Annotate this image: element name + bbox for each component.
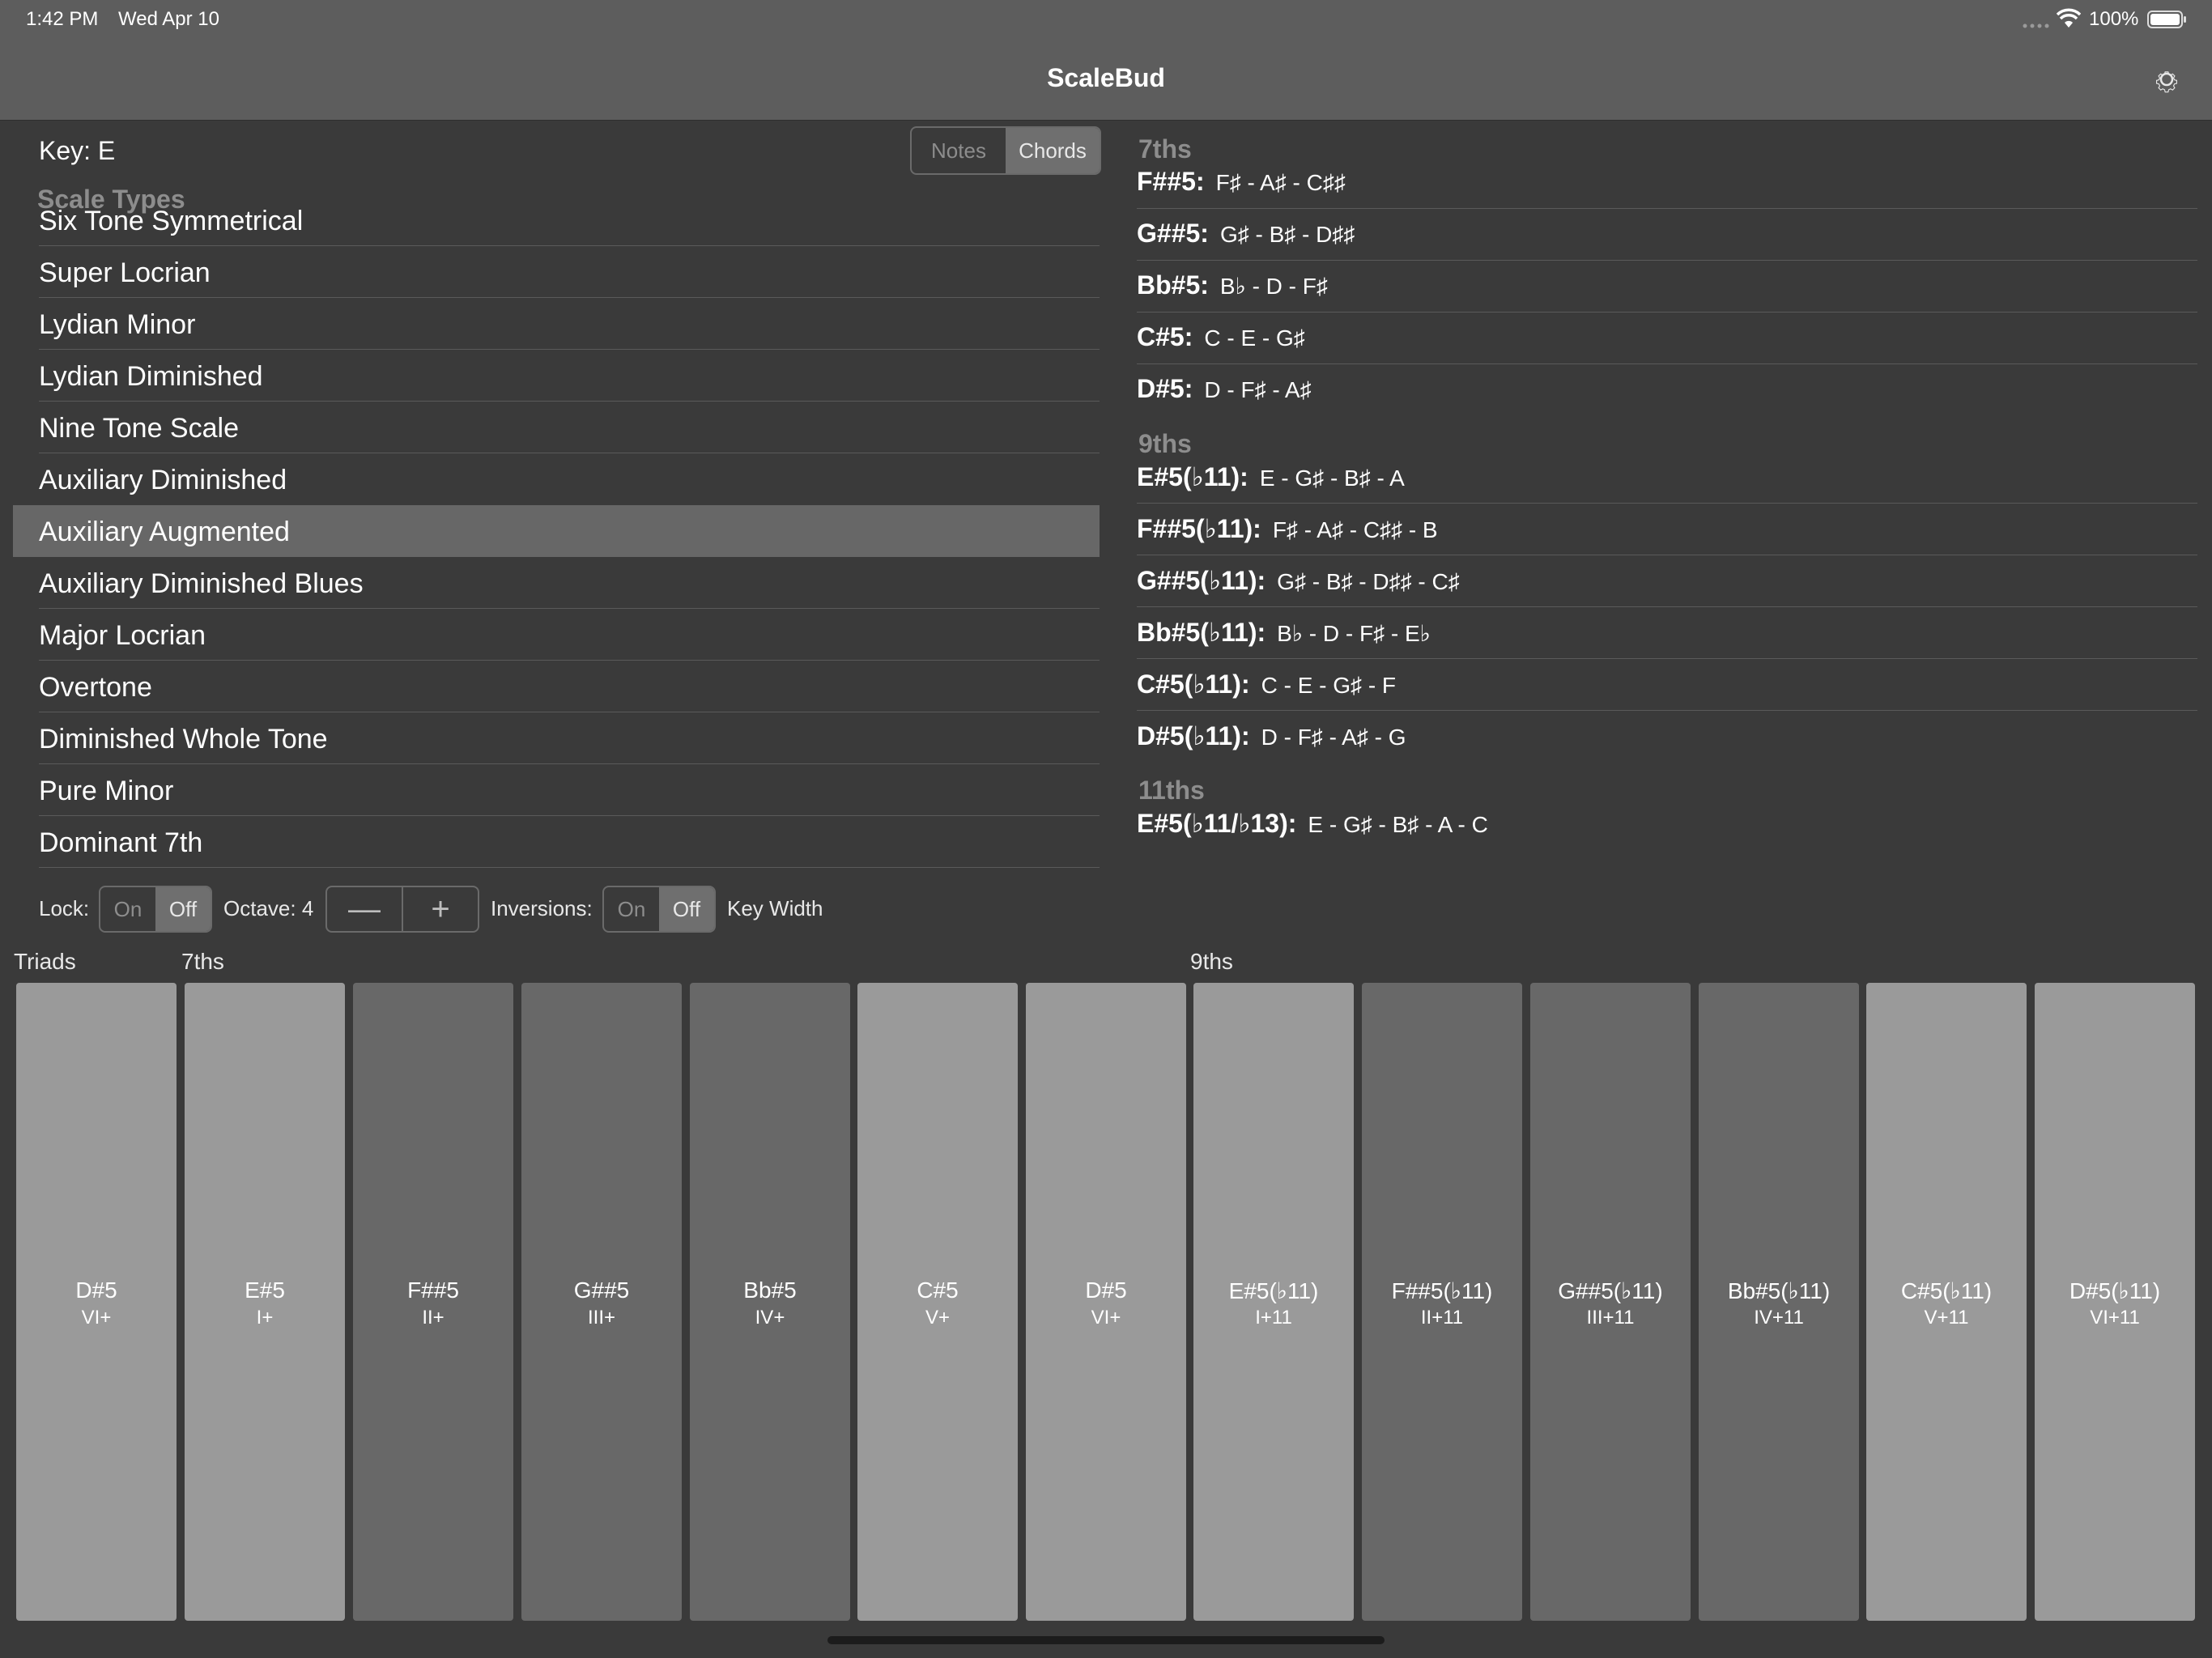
nav-bar: ScaleBud bbox=[0, 39, 2212, 121]
chord-key[interactable]: E#5 I+ bbox=[185, 983, 345, 1621]
key-width-button[interactable]: Key Width bbox=[727, 896, 823, 921]
inversions-on-segment[interactable]: On bbox=[604, 887, 659, 931]
lock-toggle: On Off bbox=[99, 886, 212, 933]
list-item[interactable]: Auxiliary Diminished Blues bbox=[13, 557, 1100, 609]
settings-button[interactable] bbox=[2146, 58, 2188, 100]
wifi-icon bbox=[2056, 8, 2082, 29]
octave-stepper: — + bbox=[325, 886, 479, 933]
notes-chords-toggle: Notes Chords bbox=[910, 126, 1101, 175]
inversions-toggle: On Off bbox=[602, 886, 716, 933]
inversions-label: Inversions: bbox=[491, 896, 593, 920]
list-item[interactable]: Pure Minor bbox=[13, 764, 1100, 816]
status-date: Wed Apr 10 bbox=[118, 8, 219, 30]
chord-key[interactable]: E#5(♭11) I+11 bbox=[1193, 983, 1354, 1621]
lock-on-segment[interactable]: On bbox=[100, 887, 155, 931]
inversions-off-segment[interactable]: Off bbox=[659, 887, 714, 931]
chord-row[interactable]: D#5(♭11): D - F♯ - A♯ - G bbox=[1137, 711, 2197, 763]
octave-label: Octave: 4 bbox=[223, 896, 314, 920]
list-item[interactable]: Overtone bbox=[13, 661, 1100, 712]
scale-types-list[interactable]: Six Tone Symmetrical Super Locrian Lydia… bbox=[13, 202, 1100, 869]
chord-key[interactable]: C#5 V+ bbox=[857, 983, 1018, 1621]
list-item[interactable]: Lydian Diminished bbox=[13, 350, 1100, 402]
signal-dots-icon bbox=[2023, 18, 2050, 28]
chord-row[interactable]: E#5(♭11/♭13): E - G♯ - B♯ - A - C bbox=[1137, 798, 2197, 850]
group-label-9ths: 9ths bbox=[1190, 949, 1233, 974]
chord-key[interactable]: F##5(♭11) II+11 bbox=[1362, 983, 1522, 1621]
chord-key[interactable]: F##5 II+ bbox=[353, 983, 513, 1621]
octave-plus-button[interactable]: + bbox=[402, 887, 478, 931]
list-item[interactable]: Super Locrian bbox=[13, 246, 1100, 298]
status-bar: 1:42 PM Wed Apr 10 100% bbox=[0, 0, 2212, 39]
chord-keyboard: D#5 VI+ E#5 I+ F##5 II+ G##5 III+ Bb#5 IV+ C#… bbox=[0, 981, 2212, 1622]
lock-off-segment[interactable]: Off bbox=[155, 887, 211, 931]
app-title: ScaleBud bbox=[1047, 63, 1165, 92]
chord-row[interactable]: F##5(♭11): F♯ - A♯ - C♯♯ - B bbox=[1137, 504, 2197, 555]
group-label-7ths: 7ths bbox=[181, 949, 224, 974]
chord-key[interactable]: D#5 VI+ bbox=[16, 983, 177, 1621]
chord-key[interactable]: D#5(♭11) VI+11 bbox=[2035, 983, 2195, 1621]
lock-label: Lock: bbox=[39, 896, 90, 920]
chord-row[interactable]: G##5(♭11): G♯ - B♯ - D♯♯ - C♯ bbox=[1137, 555, 2197, 607]
status-time: 1:42 PM bbox=[26, 8, 99, 30]
octave-minus-button[interactable]: — bbox=[327, 887, 402, 931]
chord-row[interactable]: D#5: D - F♯ - A♯ bbox=[1137, 364, 2197, 416]
list-item[interactable]: Six Tone Symmetrical bbox=[13, 202, 1100, 246]
list-item[interactable]: Diminished Whole Tone bbox=[13, 712, 1100, 764]
battery-icon bbox=[2147, 10, 2188, 29]
chord-row[interactable]: C#5(♭11): C - E - G♯ - F bbox=[1137, 659, 2197, 711]
chord-key[interactable]: G##5(♭11) III+11 bbox=[1530, 983, 1691, 1621]
list-item[interactable]: Dominant 7th bbox=[13, 816, 1100, 868]
chord-key[interactable]: D#5 VI+ bbox=[1026, 983, 1186, 1621]
chord-row[interactable]: Bb#5(♭11): B♭ - D - F♯ - E♭ bbox=[1137, 607, 2197, 659]
chords-segment[interactable]: Chords bbox=[1006, 128, 1100, 173]
chord-key[interactable]: C#5(♭11) V+11 bbox=[1866, 983, 2027, 1621]
chord-row[interactable]: E#5(♭11): E - G♯ - B♯ - A bbox=[1137, 452, 2197, 504]
list-item[interactable]: Major Locrian bbox=[13, 609, 1100, 661]
chord-key[interactable]: Bb#5(♭11) IV+11 bbox=[1699, 983, 1859, 1621]
list-item-selected[interactable]: Auxiliary Augmented bbox=[13, 505, 1100, 557]
chord-key[interactable]: G##5 III+ bbox=[521, 983, 682, 1621]
home-indicator[interactable] bbox=[827, 1636, 1385, 1644]
gear-icon bbox=[2146, 71, 2188, 104]
chord-row[interactable]: C#5: C - E - G♯ bbox=[1137, 312, 2197, 364]
notes-segment[interactable]: Notes bbox=[912, 128, 1006, 173]
list-item[interactable]: Auxiliary Diminished bbox=[13, 453, 1100, 505]
key-label[interactable]: Key: E bbox=[39, 136, 115, 166]
chord-row[interactable]: Bb#5: B♭ - D - F♯ bbox=[1137, 261, 2197, 312]
list-item[interactable]: Nine Tone Scale bbox=[13, 402, 1100, 453]
battery-percent: 100% bbox=[2089, 8, 2139, 30]
list-item[interactable]: Lydian Minor bbox=[13, 298, 1100, 350]
chord-row[interactable]: F##5: F♯ - A♯ - C♯♯ bbox=[1137, 157, 2197, 209]
chord-key[interactable]: Bb#5 IV+ bbox=[690, 983, 850, 1621]
chord-row[interactable]: G##5: G♯ - B♯ - D♯♯ bbox=[1137, 209, 2197, 261]
group-label-triads: Triads bbox=[14, 949, 76, 974]
